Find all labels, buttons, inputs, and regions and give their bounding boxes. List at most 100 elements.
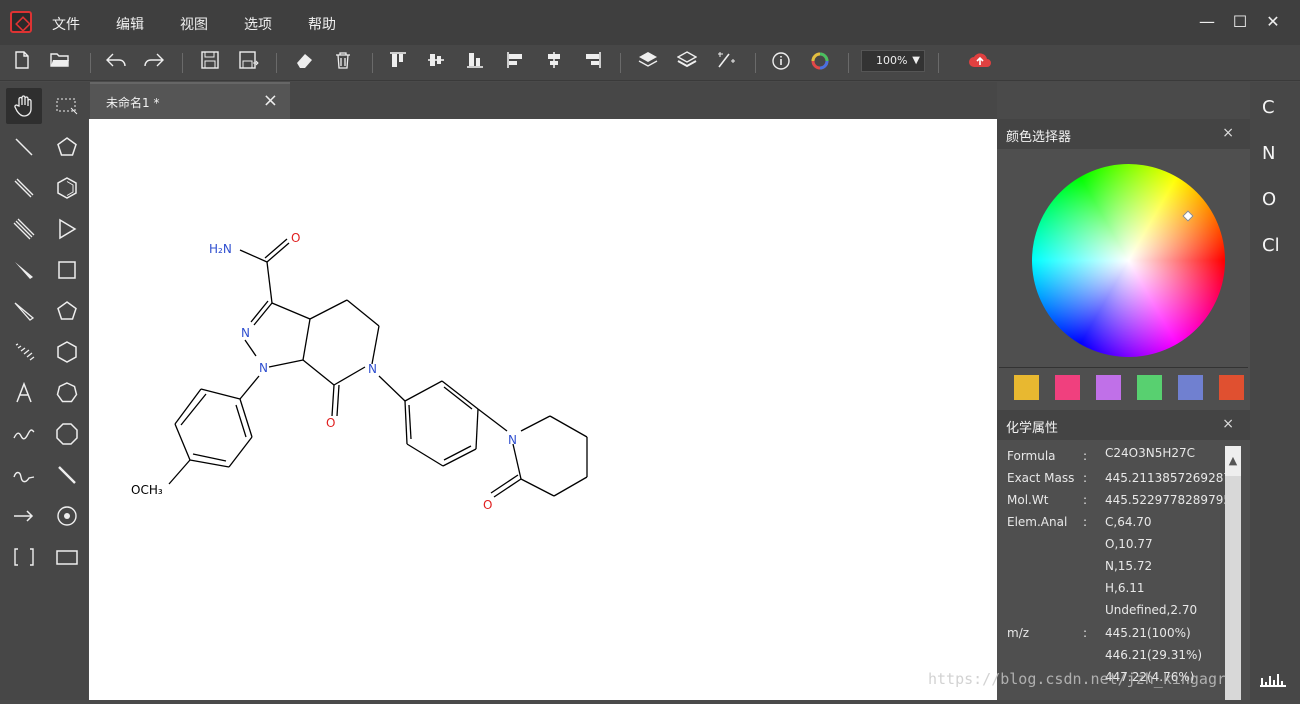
elem-anal-h: H,6.11: [1105, 581, 1145, 595]
bring-forward-icon[interactable]: [636, 51, 660, 75]
spectrum-icon[interactable]: [1258, 668, 1288, 688]
scroll-up-icon[interactable]: ▲: [1225, 446, 1241, 476]
align-left-icon[interactable]: [503, 51, 527, 75]
align-right-icon[interactable]: [581, 51, 605, 75]
elem-anal-n: N,15.72: [1105, 559, 1153, 573]
charge-plus-icon[interactable]: [49, 498, 85, 534]
swatch-blue[interactable]: [1178, 375, 1203, 400]
cycloheptane-icon[interactable]: [49, 375, 85, 411]
send-backward-icon[interactable]: [675, 51, 699, 75]
text-tool-icon[interactable]: [6, 375, 42, 411]
arrow-icon[interactable]: [6, 498, 42, 534]
cyclobutane-icon[interactable]: [49, 252, 85, 288]
align-middle-icon[interactable]: [424, 51, 448, 75]
menu-edit[interactable]: 编辑: [116, 14, 144, 34]
menu-help[interactable]: 帮助: [308, 14, 336, 34]
close-icon[interactable]: ✕: [1262, 12, 1284, 31]
elem-anal-c: C,64.70: [1105, 515, 1152, 529]
molecule-structure[interactable]: H₂N O N N N O N O OCH₃: [89, 119, 997, 700]
tab-document[interactable]: 未命名1 * ×: [90, 82, 290, 119]
color-picker-panel: 颜色选择器 ×: [997, 119, 1250, 410]
menu-view[interactable]: 视图: [180, 14, 208, 34]
swatch-pink[interactable]: [1055, 375, 1080, 400]
trash-icon[interactable]: [331, 51, 355, 75]
zoom-value: 100%: [876, 54, 908, 67]
save-as-icon[interactable]: [237, 51, 261, 75]
atom-label-lactam-o: O: [326, 416, 335, 430]
hand-tool-icon[interactable]: [6, 88, 42, 124]
color-picker-header: 颜色选择器 ×: [997, 119, 1250, 149]
color-wheel-icon[interactable]: [808, 51, 832, 75]
redo-icon[interactable]: [142, 51, 166, 75]
info-icon[interactable]: [769, 51, 793, 75]
tab-close-icon[interactable]: ×: [263, 90, 278, 111]
clean-structure-icon[interactable]: [714, 51, 738, 75]
exact-mass-colon: :: [1083, 471, 1088, 485]
element-carbon[interactable]: C: [1262, 97, 1275, 118]
cyclooctane-icon[interactable]: [49, 416, 85, 452]
double-bond-icon[interactable]: [6, 170, 42, 206]
molwt-colon: :: [1083, 493, 1088, 507]
swatch-yellow[interactable]: [1014, 375, 1039, 400]
upload-cloud-icon[interactable]: [968, 51, 992, 75]
triangle-icon[interactable]: [49, 211, 85, 247]
elem-anal-colon: :: [1083, 515, 1088, 529]
drawing-canvas[interactable]: H₂N O N N N O N O OCH₃: [89, 119, 997, 700]
swatch-orange[interactable]: [1219, 375, 1244, 400]
open-folder-icon[interactable]: [48, 51, 72, 75]
curve-arrow-icon[interactable]: [6, 457, 42, 493]
new-file-icon[interactable]: [10, 51, 34, 75]
menu-options[interactable]: 选项: [244, 14, 272, 34]
watermark-text: https://blog.csdn.net/jzh_kingagr: [928, 670, 1227, 688]
swatch-green[interactable]: [1137, 375, 1162, 400]
elem-anal-undefined: Undefined,2.70: [1105, 603, 1198, 617]
atom-label-methoxy: OCH₃: [131, 483, 163, 497]
align-center-icon[interactable]: [542, 51, 566, 75]
save-icon[interactable]: [198, 51, 222, 75]
element-oxygen[interactable]: O: [1262, 189, 1276, 210]
cyclopentane-icon[interactable]: [49, 129, 85, 165]
hollow-wedge-icon[interactable]: [6, 293, 42, 329]
swatch-purple[interactable]: [1096, 375, 1121, 400]
benzene-icon[interactable]: [49, 170, 85, 206]
properties-title: 化学属性: [1006, 421, 1059, 436]
color-wheel[interactable]: [1032, 164, 1225, 357]
elem-anal-label: Elem.Anal: [1007, 515, 1068, 529]
element-bar: [1250, 82, 1300, 700]
align-bottom-icon[interactable]: [463, 51, 487, 75]
atom-label-pyrazole-n2: N: [241, 326, 250, 340]
element-chlorine[interactable]: Cl: [1262, 235, 1280, 256]
chemical-properties-panel: 化学属性 × Formula : C24O3N5H27C Exact Mass …: [997, 410, 1250, 700]
molwt-value: 445.5229778289795: [1105, 493, 1231, 507]
color-picker-title: 颜色选择器: [1006, 130, 1072, 145]
wedge-bond-icon[interactable]: [6, 252, 42, 288]
menu-file[interactable]: 文件: [52, 14, 80, 34]
triple-bond-icon[interactable]: [6, 211, 42, 247]
wavy-bond-icon[interactable]: [6, 416, 42, 452]
chevron-down-icon: ▼: [912, 55, 920, 66]
properties-close-icon[interactable]: ×: [1222, 416, 1234, 432]
cyclohexane-icon[interactable]: [49, 334, 85, 370]
hashed-wedge-icon[interactable]: [6, 334, 42, 370]
marquee-select-icon[interactable]: [49, 88, 85, 124]
minimize-icon[interactable]: —: [1196, 12, 1218, 31]
bold-bond-icon[interactable]: [49, 457, 85, 493]
bracket-icon[interactable]: [6, 539, 42, 575]
properties-header: 化学属性 ×: [997, 410, 1250, 440]
element-nitrogen[interactable]: N: [1262, 143, 1275, 164]
undo-icon[interactable]: [104, 51, 128, 75]
align-top-icon[interactable]: [386, 51, 410, 75]
atom-label-amide-n: H₂N: [209, 242, 232, 256]
title-bar: 文件 编辑 视图 选项 帮助 — ☐ ✕: [0, 0, 1300, 45]
eraser-icon[interactable]: [292, 51, 316, 75]
elem-anal-o: O,10.77: [1105, 537, 1153, 551]
rectangle-icon[interactable]: [49, 539, 85, 575]
color-picker-close-icon[interactable]: ×: [1222, 125, 1234, 141]
maximize-icon[interactable]: ☐: [1229, 12, 1251, 31]
pentagon-icon[interactable]: [49, 293, 85, 329]
atom-label-pyrazole-n1: N: [259, 361, 268, 375]
single-bond-icon[interactable]: [6, 129, 42, 165]
atom-label-piperidone-n: N: [508, 433, 517, 447]
zoom-select[interactable]: 100% ▼: [861, 50, 925, 72]
properties-scrollbar[interactable]: ▲: [1225, 446, 1241, 700]
